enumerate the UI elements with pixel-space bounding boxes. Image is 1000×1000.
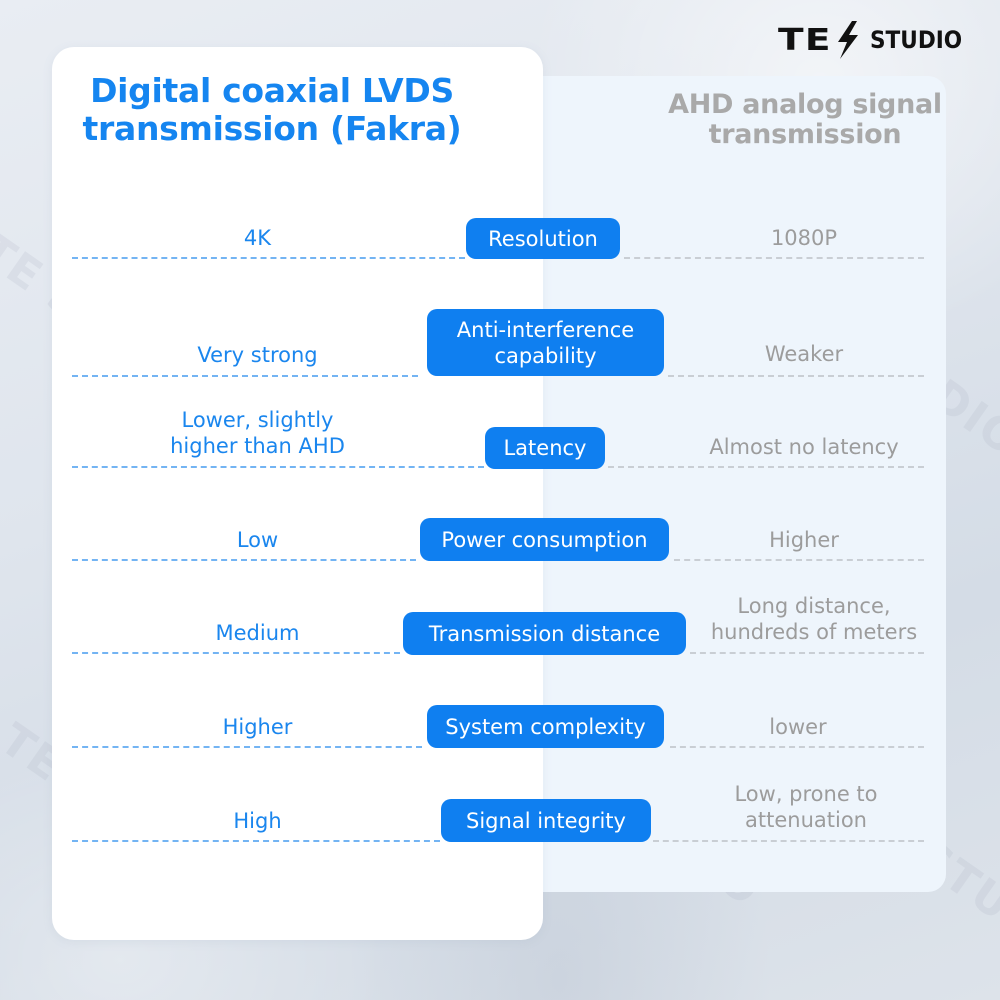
criterion-pill: Transmission distance xyxy=(403,612,686,655)
row-divider-left xyxy=(72,840,440,842)
row-divider-right xyxy=(690,652,924,654)
value-line: Higher xyxy=(769,528,839,552)
criterion-label: Signal integrity xyxy=(466,808,626,833)
value-line: Weaker xyxy=(764,342,844,366)
value-line: lower xyxy=(769,715,827,739)
row-divider-left xyxy=(72,257,465,259)
lvds-value: Very strong xyxy=(120,342,395,368)
logo-mark-text: TE xyxy=(778,22,832,58)
criterion-pill: Latency xyxy=(485,427,605,469)
criterion-pill: System complexity xyxy=(427,705,664,748)
logo-mark: TE xyxy=(778,20,860,60)
row-divider-left xyxy=(72,652,400,654)
ahd-value: Higher xyxy=(668,527,940,553)
lvds-title-line: Digital coaxial LVDS xyxy=(90,71,454,110)
value-line: Very strong xyxy=(197,343,318,367)
row-divider-left xyxy=(72,559,416,561)
row-divider-right xyxy=(608,466,924,468)
lvds-value: Lower, slightly higher than AHD xyxy=(120,407,395,459)
criterion-label: System complexity xyxy=(445,714,646,739)
criterion-pill: Anti-interference capability xyxy=(427,309,664,376)
criterion-label: Anti-interference xyxy=(456,317,635,342)
value-line: Almost no latency xyxy=(709,435,899,459)
value-line: High xyxy=(233,809,282,833)
value-line: attenuation xyxy=(745,808,867,832)
lvds-value: High xyxy=(120,808,395,834)
lvds-value: Medium xyxy=(120,620,395,646)
ahd-value: 1080P xyxy=(668,225,940,251)
lvds-title: Digital coaxial LVDS transmission (Fakra… xyxy=(52,72,492,148)
ahd-value: Almost no latency xyxy=(668,434,940,460)
lvds-title-line: transmission (Fakra) xyxy=(82,109,462,148)
row-divider-left xyxy=(72,466,484,468)
ahd-title-line: AHD analog signal xyxy=(668,89,942,120)
row-divider-right xyxy=(674,559,924,561)
logo-text: STUDIO xyxy=(870,26,963,54)
lvds-value: Higher xyxy=(120,714,395,740)
criterion-label: Resolution xyxy=(488,226,598,251)
ahd-value: Low, prone to attenuation xyxy=(670,781,942,833)
ahd-card xyxy=(520,76,946,892)
row-divider-right xyxy=(624,257,924,259)
row-divider-right xyxy=(668,375,924,377)
criterion-label: Latency xyxy=(503,436,587,460)
criterion-label: Transmission distance xyxy=(428,621,661,646)
lvds-value: 4K xyxy=(120,225,395,251)
value-line: hundreds of meters xyxy=(710,620,918,644)
ahd-title-line: transmission xyxy=(708,119,902,150)
lvds-value: Low xyxy=(120,527,395,553)
row-divider-right xyxy=(670,746,924,748)
value-line: Medium xyxy=(215,621,300,645)
value-line: 4K xyxy=(243,226,272,250)
criterion-pill: Signal integrity xyxy=(441,799,651,842)
ahd-title: AHD analog signal transmission xyxy=(640,90,970,150)
ahd-value: Long distance, hundreds of meters xyxy=(678,593,950,645)
value-line: Lower, slightly xyxy=(181,408,334,432)
value-line: Higher xyxy=(222,715,293,739)
ahd-value: Weaker xyxy=(668,341,940,367)
value-line: 1080P xyxy=(770,226,838,250)
value-line: Low xyxy=(236,528,279,552)
row-divider-right xyxy=(653,840,924,842)
ahd-value: lower xyxy=(662,714,934,740)
brand-logo: TE STUDIO xyxy=(778,20,972,60)
value-line: Low, prone to xyxy=(734,782,878,806)
criterion-label: Power consumption xyxy=(441,527,648,552)
row-divider-left xyxy=(72,746,422,748)
criterion-pill: Power consumption xyxy=(420,518,669,561)
row-divider-left xyxy=(72,375,418,377)
criterion-pill: Resolution xyxy=(466,218,620,259)
criterion-label: capability xyxy=(494,343,597,368)
value-line: Long distance, xyxy=(737,594,891,618)
value-line: higher than AHD xyxy=(170,434,345,458)
